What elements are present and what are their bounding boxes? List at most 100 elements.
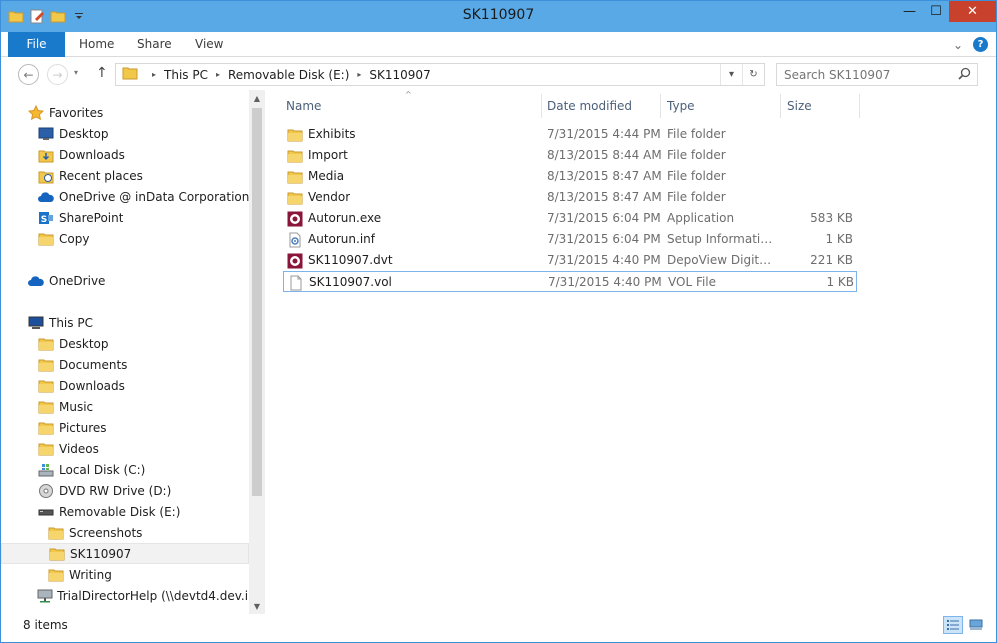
details-view-button[interactable] — [943, 616, 963, 634]
file-size: 583 KB — [810, 211, 853, 225]
scrollbar-thumb[interactable] — [252, 108, 262, 496]
forward-button[interactable]: → — [47, 64, 68, 85]
breadcrumb-separator[interactable]: ▸ — [357, 70, 361, 79]
nav-scrollbar[interactable]: ▲ ▼ — [249, 90, 265, 614]
nav-item-label: Desktop — [59, 336, 109, 351]
file-date: 7/31/2015 4:40 PM — [547, 253, 661, 267]
column-divider[interactable] — [780, 94, 781, 118]
close-button[interactable]: ✕ — [949, 1, 996, 22]
search-input[interactable] — [784, 67, 954, 82]
computer-icon — [27, 315, 45, 331]
explorer-window: SK110907 — ☐ ✕ File Home Share View ⌄ ? … — [0, 0, 997, 643]
recent-locations-button[interactable]: ▾ — [74, 68, 78, 77]
address-bar[interactable]: ▸ This PC ▸ Removable Disk (E:) ▸ SK1109… — [115, 63, 765, 86]
nav-item[interactable]: Recent places — [1, 165, 249, 186]
sort-ascending-icon: ^ — [405, 90, 412, 99]
refresh-button[interactable]: ↻ — [742, 64, 764, 85]
nav-item[interactable]: S SharePoint — [1, 207, 249, 228]
nav-item[interactable]: Downloads — [1, 144, 249, 165]
folder-icon — [37, 336, 55, 352]
dvd-drive-icon — [37, 483, 55, 499]
nav-item[interactable]: Desktop — [1, 333, 249, 354]
file-row[interactable]: Vendor 8/13/2015 8:47 AM File folder — [283, 187, 857, 208]
tab-share[interactable]: Share — [137, 32, 172, 57]
search-icon[interactable] — [958, 67, 971, 83]
folder-icon — [37, 378, 55, 394]
title-bar[interactable]: SK110907 — ☐ ✕ — [1, 1, 996, 32]
nav-item[interactable]: Documents — [1, 354, 249, 375]
file-row[interactable]: Media 8/13/2015 8:47 AM File folder — [283, 166, 857, 187]
column-divider[interactable] — [541, 94, 542, 118]
blank-file-icon — [288, 275, 304, 291]
file-row[interactable]: SK110907.dvt 7/31/2015 4:40 PM DepoView Di… — [283, 250, 857, 271]
nav-item[interactable]: OneDrive — [1, 270, 249, 291]
column-header-size[interactable]: Size — [787, 94, 812, 118]
file-size — [779, 145, 853, 166]
column-header-type[interactable]: Type — [667, 94, 695, 118]
file-name: SK110907.vol — [309, 275, 392, 289]
navigation-pane: Favorites Desktop Downloads Recent places On… — [1, 90, 265, 614]
scroll-down-button[interactable]: ▼ — [249, 598, 265, 614]
file-name-cell: Exhibits — [287, 124, 356, 145]
address-dropdown-button[interactable]: ▾ — [720, 64, 742, 85]
nav-item-label: Desktop — [59, 126, 109, 141]
setup-info-icon — [287, 232, 303, 248]
nav-item[interactable]: Removable Disk (E:) — [1, 501, 249, 522]
maximize-button[interactable]: ☐ — [923, 1, 949, 22]
scroll-up-button[interactable]: ▲ — [249, 90, 265, 106]
tab-file[interactable]: File — [8, 32, 65, 57]
nav-item-label: OneDrive @ inData Corporation — [59, 189, 249, 204]
expand-ribbon-icon[interactable]: ⌄ — [953, 38, 963, 52]
nav-item[interactable]: DVD RW Drive (D:) — [1, 480, 249, 501]
file-type: VOL File — [668, 275, 717, 289]
nav-item[interactable]: Favorites — [1, 102, 249, 123]
file-row[interactable]: Exhibits 7/31/2015 4:44 PM File folder — [283, 124, 857, 145]
breadcrumb-current-folder[interactable]: SK110907 — [369, 68, 430, 82]
tab-home[interactable]: Home — [79, 32, 114, 57]
large-icons-view-icon — [969, 619, 983, 630]
nav-item[interactable]: Downloads — [1, 375, 249, 396]
file-row[interactable]: SK110907.vol 7/31/2015 4:40 PM VOL File 1 K… — [283, 271, 857, 292]
breadcrumb-separator[interactable]: ▸ — [216, 70, 220, 79]
breadcrumb-this-pc[interactable]: This PC — [164, 68, 208, 82]
folder-icon — [48, 546, 66, 562]
file-date: 7/31/2015 4:44 PM — [547, 127, 661, 141]
search-box[interactable] — [776, 63, 978, 86]
nav-item[interactable]: TrialDirectorHelp (\\devtd4.dev.inda — [1, 585, 249, 606]
nav-item[interactable]: Desktop — [1, 123, 249, 144]
nav-item[interactable]: Local Disk (C:) — [1, 459, 249, 480]
column-divider[interactable] — [859, 94, 860, 118]
file-name-cell: Import — [287, 145, 348, 166]
column-divider[interactable] — [660, 94, 661, 118]
folder-icon — [287, 190, 303, 206]
file-row[interactable]: Autorun.inf 7/31/2015 6:04 PM Setup Inform… — [283, 229, 857, 250]
nav-item[interactable]: Pictures — [1, 417, 249, 438]
onedrive-icon — [27, 273, 45, 289]
file-size — [779, 187, 853, 208]
up-button[interactable]: ↑ — [96, 65, 108, 81]
file-list: Name ^ Date modified Type Size Exhibits 7… — [265, 90, 996, 614]
nav-item[interactable]: This PC — [1, 312, 249, 333]
nav-item[interactable]: Copy — [1, 228, 249, 249]
nav-item[interactable]: Writing — [1, 564, 249, 585]
help-icon[interactable]: ? — [973, 37, 988, 52]
nav-item[interactable]: Screenshots — [1, 522, 249, 543]
nav-item[interactable]: Videos — [1, 438, 249, 459]
minimize-button[interactable]: — — [896, 1, 923, 22]
file-row[interactable]: Import 8/13/2015 8:44 AM File folder — [283, 145, 857, 166]
nav-item[interactable]: OneDrive @ inData Corporation — [1, 186, 249, 207]
column-header-name[interactable]: Name — [286, 94, 321, 118]
nav-item[interactable]: SK110907 — [1, 543, 249, 564]
back-button[interactable]: ← — [18, 64, 39, 85]
breadcrumb-removable-disk[interactable]: Removable Disk (E:) — [228, 68, 349, 82]
file-row[interactable]: Autorun.exe 7/31/2015 6:04 PM Application 5… — [283, 208, 857, 229]
large-icons-view-button[interactable] — [966, 616, 986, 634]
file-type: File folder — [667, 169, 726, 183]
file-type: File folder — [667, 127, 726, 141]
column-header-date[interactable]: Date modified — [547, 94, 632, 118]
file-name-cell: SK110907.vol — [288, 272, 392, 293]
breadcrumb-separator[interactable]: ▸ — [152, 70, 156, 79]
tab-view[interactable]: View — [195, 32, 223, 57]
nav-item-label: DVD RW Drive (D:) — [59, 483, 172, 498]
nav-item[interactable]: Music — [1, 396, 249, 417]
